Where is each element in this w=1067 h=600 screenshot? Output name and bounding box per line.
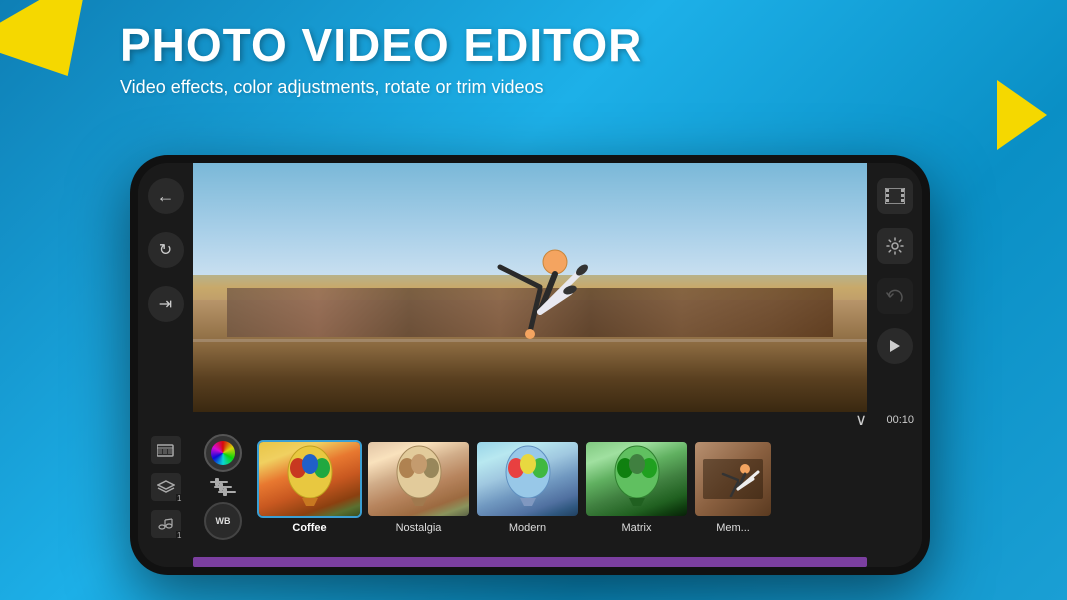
layer-label-1: 1 xyxy=(176,494,182,503)
film-button[interactable] xyxy=(877,178,913,214)
audio-icon xyxy=(158,517,174,531)
back-button[interactable]: ← xyxy=(148,178,184,214)
dancer-svg xyxy=(470,232,590,392)
filter-label-memories: Mem... xyxy=(716,522,750,534)
filter-coffee[interactable]: Coffee xyxy=(257,440,362,534)
filter-label-matrix: Matrix xyxy=(622,522,652,534)
timeline-bar xyxy=(193,557,867,567)
filter-label-nostalgia: Nostalgia xyxy=(396,522,442,534)
balloon-nostalgia xyxy=(368,442,469,516)
back-icon: ← xyxy=(157,186,175,207)
undo-icon xyxy=(886,288,904,304)
balloon-coffee xyxy=(259,442,360,516)
left-toolbar: ← ↻ ⇥ xyxy=(138,163,193,412)
balloon-modern xyxy=(477,442,578,516)
timestamp: 00:10 xyxy=(886,414,914,426)
filter-thumb-coffee xyxy=(257,440,362,518)
rotate-button[interactable]: ↻ xyxy=(148,232,184,268)
filter-matrix[interactable]: Matrix xyxy=(584,440,689,534)
play-icon xyxy=(889,339,901,353)
filter-thumb-memories xyxy=(693,440,773,518)
railing xyxy=(193,339,867,342)
wb-button[interactable]: WB xyxy=(204,502,242,540)
header: PHOTO VIDEO EDITOR Video effects, color … xyxy=(120,20,642,98)
wb-label: WB xyxy=(216,516,231,526)
media-button[interactable] xyxy=(151,436,181,464)
filter-memories[interactable]: Mem... xyxy=(693,440,773,534)
export-button[interactable]: ⇥ xyxy=(148,286,184,322)
decoration-triangle-top-right xyxy=(997,80,1047,150)
page-title: PHOTO VIDEO EDITOR xyxy=(120,20,642,71)
filter-strip: 1 1 xyxy=(138,427,922,547)
layers-icon xyxy=(157,480,175,494)
adj-line-3 xyxy=(218,491,236,493)
bottom-left-controls: 1 1 xyxy=(138,427,193,547)
filter-modern[interactable]: Modern xyxy=(475,440,580,534)
dancer-figure xyxy=(193,188,867,412)
balloon-matrix xyxy=(586,442,687,516)
video-area: ← ↻ ⇥ xyxy=(138,163,922,412)
filter-thumb-modern xyxy=(475,440,580,518)
filter-label-modern: Modern xyxy=(509,522,546,534)
phone-screen: ← ↻ ⇥ xyxy=(138,163,922,567)
color-wheel-button[interactable] xyxy=(204,434,242,472)
thumb-memories-bg xyxy=(695,442,771,516)
phone-mockup: ← ↻ ⇥ xyxy=(130,155,930,575)
filter-nostalgia[interactable]: Nostalgia xyxy=(366,440,471,534)
right-toolbar xyxy=(867,163,922,412)
media-icon xyxy=(157,443,175,457)
export-icon: ⇥ xyxy=(159,294,172,314)
play-button[interactable] xyxy=(877,328,913,364)
bottom-panel: ∨ 00:10 xyxy=(138,412,922,567)
filter-thumb-matrix xyxy=(584,440,689,518)
wheel-area: WB xyxy=(193,427,253,547)
filter-thumbnails: Coffee xyxy=(253,427,922,547)
undo-button[interactable] xyxy=(877,278,913,314)
filter-thumb-nostalgia xyxy=(366,440,471,518)
settings-button[interactable] xyxy=(877,228,913,264)
layers-button[interactable]: 1 xyxy=(151,473,181,501)
film-icon xyxy=(885,188,905,204)
gear-icon xyxy=(886,237,904,255)
color-dot xyxy=(211,441,235,465)
layer-label-2: 1 xyxy=(176,531,182,540)
video-frame xyxy=(193,163,867,412)
page-subtitle: Video effects, color adjustments, rotate… xyxy=(120,77,642,98)
audio-button[interactable]: 1 xyxy=(151,510,181,538)
adjust-sliders-button[interactable] xyxy=(206,477,240,497)
rotate-icon: ↻ xyxy=(159,240,172,260)
filter-label-coffee: Coffee xyxy=(292,522,326,534)
phone-body: ← ↻ ⇥ xyxy=(130,155,930,575)
